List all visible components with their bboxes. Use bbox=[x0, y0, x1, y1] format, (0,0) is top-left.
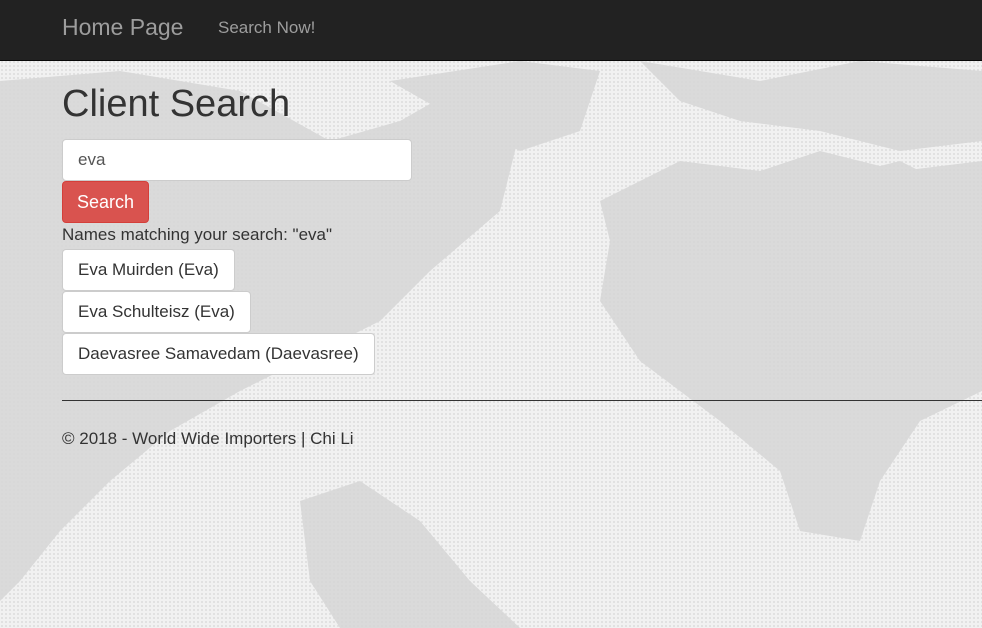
result-item-daevasree-samavedam[interactable]: Daevasree Samavedam (Daevasree) bbox=[62, 333, 375, 375]
result-item-eva-schulteisz[interactable]: Eva Schulteisz (Eva) bbox=[62, 291, 251, 333]
footer-text: © 2018 - World Wide Importers | Chi Li bbox=[62, 429, 354, 448]
home-page-link[interactable]: Home Page bbox=[62, 14, 183, 41]
page-title: Client Search bbox=[62, 83, 291, 125]
search-button[interactable]: Search bbox=[62, 181, 149, 223]
search-now-link[interactable]: Search Now! bbox=[218, 18, 315, 38]
footer-divider bbox=[62, 400, 982, 401]
results-label: Names matching your search: "eva" bbox=[62, 225, 333, 244]
search-input[interactable] bbox=[62, 139, 412, 181]
top-navbar: Home Page Search Now! bbox=[0, 0, 982, 61]
result-item-eva-muirden[interactable]: Eva Muirden (Eva) bbox=[62, 249, 235, 291]
